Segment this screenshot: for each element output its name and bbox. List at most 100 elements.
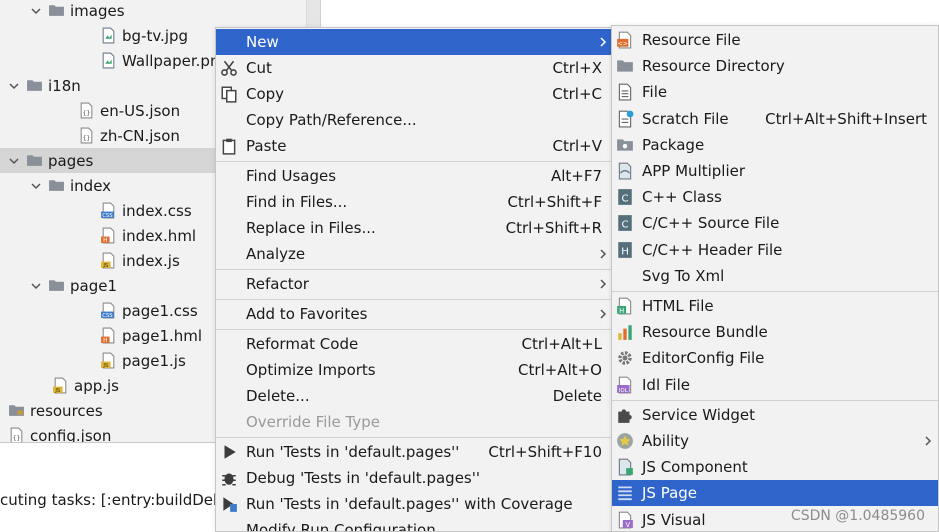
js-file-icon: JS <box>52 377 69 394</box>
menu-separator <box>216 437 613 438</box>
svg-text:JS: JS <box>102 363 109 369</box>
menu-item-cut[interactable]: Cut Ctrl+X <box>216 55 613 81</box>
menu-item-label: Delete... <box>246 387 310 405</box>
menu-item-c-c-header-file[interactable]: H C/C++ Header File <box>612 237 938 263</box>
menu-item-html-file[interactable]: H HTML File <box>612 293 938 319</box>
tree-item-images[interactable]: images <box>0 0 306 23</box>
menu-item-delete[interactable]: Delete... Delete <box>216 383 613 409</box>
menu-item-label: Run 'Tests in 'default.pages'' <box>246 443 460 461</box>
chevron-down-icon[interactable] <box>30 280 42 292</box>
chevron-down-icon[interactable] <box>30 5 42 17</box>
menu-item-svg-to-xml[interactable]: Svg To Xml <box>612 263 938 289</box>
chevron-right-icon <box>599 248 609 260</box>
css-file-icon: CSS <box>100 302 117 319</box>
menu-item-label: JS Component <box>642 458 748 477</box>
menu-item-find-in-files[interactable]: Find in Files... Ctrl+Shift+F <box>216 189 613 215</box>
menu-item-shortcut: Ctrl+Shift+F10 <box>488 443 602 461</box>
image-file-icon <box>100 27 117 44</box>
menu-item-app-multiplier[interactable]: APP Multiplier <box>612 158 938 184</box>
console-text: cuting tasks: [:entry:buildDebu <box>0 491 233 509</box>
menu-item-shortcut: Ctrl+Alt+Shift+Insert <box>765 109 927 128</box>
hml-file-icon: H <box>100 227 117 244</box>
menu-item-copy[interactable]: Copy Ctrl+C <box>216 81 613 107</box>
menu-item-label: Copy Path/Reference... <box>246 111 417 129</box>
js-component-icon <box>616 458 634 476</box>
menu-item-editorconfig-file[interactable]: EditorConfig File <box>612 345 938 371</box>
menu-item-label: Service Widget <box>642 405 756 424</box>
menu-item-c-class[interactable]: C C++ Class <box>612 184 938 210</box>
chevron-right-icon <box>599 308 609 320</box>
menu-item-shortcut: Ctrl+Alt+O <box>518 361 602 379</box>
menu-item-file[interactable]: File <box>612 79 938 105</box>
menu-item-label: Add to Favorites <box>246 305 368 323</box>
tree-item-label: page1.js <box>122 351 186 370</box>
menu-item-shortcut: Ctrl+Shift+F <box>507 193 602 211</box>
folder-icon <box>616 57 634 75</box>
menu-item-label: Resource Directory <box>642 57 785 76</box>
menu-item-label: Analyze <box>246 245 306 263</box>
menu-item-label: Refactor <box>246 275 309 293</box>
menu-item-add-to-favorites[interactable]: Add to Favorites <box>216 301 613 327</box>
svg-text:{}: {} <box>83 134 91 142</box>
clipboard-icon <box>220 137 238 155</box>
menu-item-label: C/C++ Source File <box>642 214 780 233</box>
menu-item-resource-bundle[interactable]: Resource Bundle <box>612 319 938 345</box>
tree-item-label: Wallpaper.png <box>122 51 229 70</box>
menu-item-shortcut: Ctrl+Alt+L <box>521 335 603 353</box>
menu-item-copy-path-reference[interactable]: Copy Path/Reference... <box>216 107 613 133</box>
menu-item-idl-file[interactable]: IDL Idl File <box>612 372 938 398</box>
svg-text:C: C <box>621 220 628 231</box>
menu-item-modify-run-configuration[interactable]: Modify Run Configuration... <box>216 517 613 532</box>
menu-item-refactor[interactable]: Refactor <box>216 271 613 297</box>
menu-item-run-tests-in-default-pages-with-coverage[interactable]: Run 'Tests in 'default.pages'' with Cove… <box>216 491 613 517</box>
menu-item-paste[interactable]: Paste Ctrl+V <box>216 133 613 159</box>
chevron-right-icon <box>924 435 934 447</box>
puzzle-icon <box>616 406 634 424</box>
tree-item-label: index <box>70 176 112 195</box>
file-icon <box>616 83 634 101</box>
menu-item-label: Run 'Tests in 'default.pages'' with Cove… <box>246 495 573 513</box>
menu-item-find-usages[interactable]: Find Usages Alt+F7 <box>216 163 613 189</box>
debug-icon <box>220 469 238 487</box>
menu-item-debug-tests-in-default-pages[interactable]: Debug 'Tests in 'default.pages'' <box>216 465 613 491</box>
menu-item-package[interactable]: Package <box>612 132 938 158</box>
menu-item-reformat-code[interactable]: Reformat Code Ctrl+Alt+L <box>216 331 613 357</box>
menu-item-js-component[interactable]: JS Component <box>612 454 938 480</box>
menu-item-replace-in-files[interactable]: Replace in Files... Ctrl+Shift+R <box>216 215 613 241</box>
menu-item-optimize-imports[interactable]: Optimize Imports Ctrl+Alt+O <box>216 357 613 383</box>
menu-item-ability[interactable]: Ability <box>612 428 938 454</box>
menu-item-label: Reformat Code <box>246 335 359 353</box>
menu-item-resource-directory[interactable]: Resource Directory <box>612 53 938 79</box>
menu-item-label: EditorConfig File <box>642 349 765 368</box>
chevron-down-icon[interactable] <box>8 155 20 167</box>
menu-separator <box>612 291 938 292</box>
menu-item-js-page[interactable]: JS Page <box>612 480 938 507</box>
chevron-down-icon[interactable] <box>30 180 42 192</box>
menu-item-label: New <box>246 33 279 51</box>
menu-item-label: Modify Run Configuration... <box>246 521 451 532</box>
image-file-icon <box>100 52 117 69</box>
ability-icon <box>616 432 634 450</box>
menu-item-label: Find Usages <box>246 167 337 185</box>
svg-text:V: V <box>626 520 631 528</box>
menu-item-run-tests-in-default-pages[interactable]: Run 'Tests in 'default.pages'' Ctrl+Shift… <box>216 439 613 465</box>
menu-item-analyze[interactable]: Analyze <box>216 241 613 267</box>
menu-item-resource-file[interactable]: <> Resource File <box>612 27 938 53</box>
chevron-right-icon <box>599 278 609 290</box>
folder-icon <box>48 177 65 194</box>
chevron-right-icon <box>599 36 609 48</box>
tree-item-label: pages <box>48 151 94 170</box>
js-visual-icon: V <box>616 511 634 529</box>
c-source-icon: C <box>616 214 634 232</box>
menu-item-c-c-source-file[interactable]: C C/C++ Source File <box>612 210 938 236</box>
menu-item-label: JS Page <box>642 484 698 503</box>
svg-text:JS: JS <box>54 388 61 394</box>
svg-text:<>: <> <box>618 41 628 48</box>
menu-item-new[interactable]: New <box>216 29 613 55</box>
tree-item-label: page1.css <box>122 301 198 320</box>
menu-item-scratch-file[interactable]: Scratch File Ctrl+Alt+Shift+Insert <box>612 106 938 132</box>
scissors-icon <box>220 59 238 77</box>
chevron-down-icon[interactable] <box>8 80 20 92</box>
tree-item-label: page1 <box>70 276 118 295</box>
menu-item-service-widget[interactable]: Service Widget <box>612 402 938 428</box>
